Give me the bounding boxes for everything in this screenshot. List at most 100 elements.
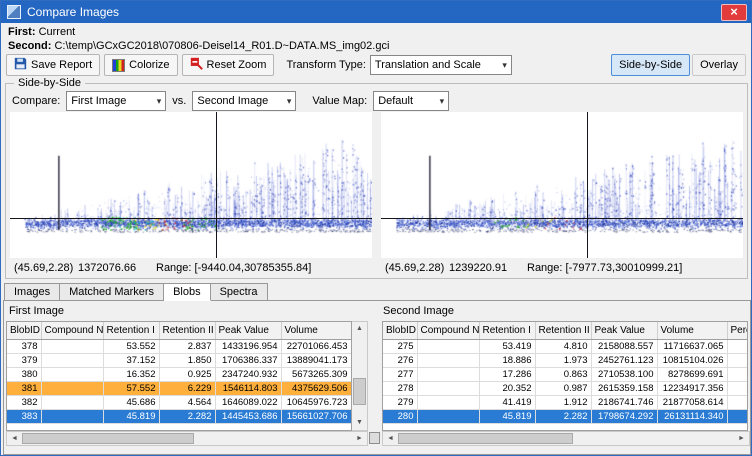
side-by-side-button[interactable]: Side-by-Side (611, 54, 690, 76)
table-cell[interactable]: 41.419 (479, 395, 535, 409)
table-cell[interactable] (41, 339, 103, 353)
table-cell[interactable]: 45.686 (103, 395, 159, 409)
table-cell[interactable]: 1546114.803 (215, 381, 281, 395)
table-cell[interactable]: 4.564 (159, 395, 215, 409)
table-cell[interactable] (727, 353, 748, 367)
table-cell[interactable]: 383 (7, 409, 41, 423)
compare-second-select[interactable]: Second Image ▾ (192, 91, 296, 111)
colorize-button[interactable]: Colorize (104, 54, 177, 76)
table-cell[interactable]: 20.352 (479, 381, 535, 395)
second-chromatogram-image[interactable] (381, 112, 743, 258)
second-image-panel[interactable] (381, 112, 743, 258)
table-cell[interactable]: 1798674.292 (591, 409, 657, 423)
table-cell[interactable] (41, 381, 103, 395)
scrollbar-thumb[interactable] (353, 378, 366, 405)
scrollbar-thumb[interactable] (22, 433, 194, 444)
table-cell[interactable]: 379 (7, 353, 41, 367)
table-cell[interactable] (41, 409, 103, 423)
table-cell[interactable]: 26131114.340 (657, 409, 727, 423)
table-cell[interactable]: 57.552 (103, 381, 159, 395)
table-cell[interactable]: 15661027.706 (281, 409, 351, 423)
scroll-right-icon[interactable]: ► (734, 432, 749, 445)
tab-images[interactable]: Images (4, 283, 60, 301)
scroll-down-icon[interactable]: ▼ (352, 416, 367, 430)
table-row[interactable]: 38345.8192.2821445453.68615661027.706 (7, 409, 352, 423)
table-cell[interactable]: 2.837 (159, 339, 215, 353)
tab-matched-markers[interactable]: Matched Markers (60, 283, 164, 301)
scroll-right-icon[interactable]: ► (352, 432, 367, 445)
table-cell[interactable] (727, 339, 748, 353)
table-cell[interactable] (417, 367, 479, 381)
table-cell[interactable]: 22701066.453 (281, 339, 351, 353)
column-header[interactable]: Percent (727, 322, 748, 339)
table-cell[interactable]: 277 (383, 367, 417, 381)
table-row[interactable]: 27941.4191.9122186741.74621877058.614 (383, 395, 748, 409)
table-cell[interactable]: 45.819 (479, 409, 535, 423)
table-cell[interactable]: 1646089.022 (215, 395, 281, 409)
first-chromatogram-image[interactable] (10, 112, 372, 258)
table-cell[interactable]: 2.282 (535, 409, 591, 423)
table-cell[interactable]: 2615359.158 (591, 381, 657, 395)
table-cell[interactable]: 0.987 (535, 381, 591, 395)
table-row[interactable]: 278 20.3520.9872615359.15812234917.356 (383, 381, 748, 395)
save-report-button[interactable]: Save Report (6, 54, 100, 76)
table-cell[interactable]: 13889041.173 (281, 353, 351, 367)
column-header[interactable]: Retention I (479, 322, 535, 339)
table-cell[interactable]: 2710538.100 (591, 367, 657, 381)
column-header[interactable]: BlobID (7, 322, 41, 339)
table-cell[interactable]: 380 (7, 367, 41, 381)
table-cell[interactable]: 280 (383, 409, 417, 423)
table-row[interactable]: 37937.1521.8501706386.33713889041.173 (7, 353, 352, 367)
scroll-up-icon[interactable]: ▲ (352, 322, 367, 336)
table-cell[interactable]: 275 (383, 339, 417, 353)
table-cell[interactable]: 17.286 (479, 367, 535, 381)
table-cell[interactable]: 10815104.026 (657, 353, 727, 367)
table-cell[interactable]: 11716637.065 (657, 339, 727, 353)
reset-zoom-button[interactable]: Reset Zoom (182, 54, 275, 76)
table-cell[interactable]: 8278699.691 (657, 367, 727, 381)
column-header[interactable]: Retention I (103, 322, 159, 339)
table-cell[interactable]: 6.229 (159, 381, 215, 395)
table-cell[interactable] (417, 381, 479, 395)
table-row[interactable]: 37853.5522.8371433196.95422701066.453 (7, 339, 352, 353)
scrollbar-thumb[interactable] (398, 433, 573, 444)
vertical-scrollbar[interactable]: ▲ ▼ (352, 321, 368, 431)
scroll-left-icon[interactable]: ◄ (383, 432, 398, 445)
table-cell[interactable]: 1433196.954 (215, 339, 281, 353)
table-row[interactable]: 27618.8861.9732452761.12310815104.026 (383, 353, 748, 367)
table-cell[interactable]: 21877058.614 (657, 395, 727, 409)
table-cell[interactable] (417, 409, 479, 423)
tab-spectra[interactable]: Spectra (211, 283, 268, 301)
table-cell[interactable]: 53.552 (103, 339, 159, 353)
table-cell[interactable]: 1.850 (159, 353, 215, 367)
first-image-panel[interactable] (10, 112, 372, 258)
table-cell[interactable]: 382 (7, 395, 41, 409)
tab-blobs[interactable]: Blobs (164, 283, 211, 301)
column-header[interactable]: Volume (281, 322, 351, 339)
table-cell[interactable]: 4375629.506 (281, 381, 351, 395)
column-header[interactable]: BlobID (383, 322, 417, 339)
table-cell[interactable]: 1.912 (535, 395, 591, 409)
column-header[interactable]: Retention II (535, 322, 591, 339)
table-cell[interactable] (41, 367, 103, 381)
table-cell[interactable]: 1445453.686 (215, 409, 281, 423)
column-header[interactable]: Peak Value (215, 322, 281, 339)
table-cell[interactable]: 12234917.356 (657, 381, 727, 395)
table-cell[interactable] (727, 409, 748, 423)
table-cell[interactable]: 10645976.723 (281, 395, 351, 409)
table-cell[interactable] (727, 381, 748, 395)
table-cell[interactable]: 4.810 (535, 339, 591, 353)
table-cell[interactable]: 16.352 (103, 367, 159, 381)
transform-type-select[interactable]: Translation and Scale ▾ (370, 55, 512, 75)
table-splitter-handle[interactable] (369, 432, 380, 444)
table-row[interactable]: 38157.5526.2291546114.8034375629.506 (7, 381, 352, 395)
compare-first-select[interactable]: First Image ▾ (66, 91, 166, 111)
table-cell[interactable]: 18.886 (479, 353, 535, 367)
table-cell[interactable]: 2452761.123 (591, 353, 657, 367)
table-cell[interactable] (41, 353, 103, 367)
table-cell[interactable]: 278 (383, 381, 417, 395)
scrollbar-track[interactable] (398, 432, 734, 445)
horizontal-scrollbar[interactable]: ◄ ► (382, 431, 750, 446)
column-header[interactable]: Peak Value (591, 322, 657, 339)
close-button[interactable]: × (721, 4, 747, 21)
